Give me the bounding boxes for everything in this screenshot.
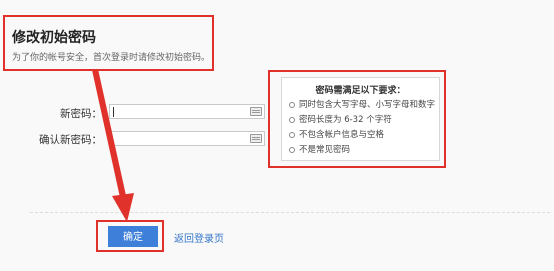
change-password-page: 修改初始密码 为了你的帐号安全，首次登录时请修改初始密码。 新密码： 确认新密码… [0,0,554,271]
annotation-arrow [92,69,134,222]
